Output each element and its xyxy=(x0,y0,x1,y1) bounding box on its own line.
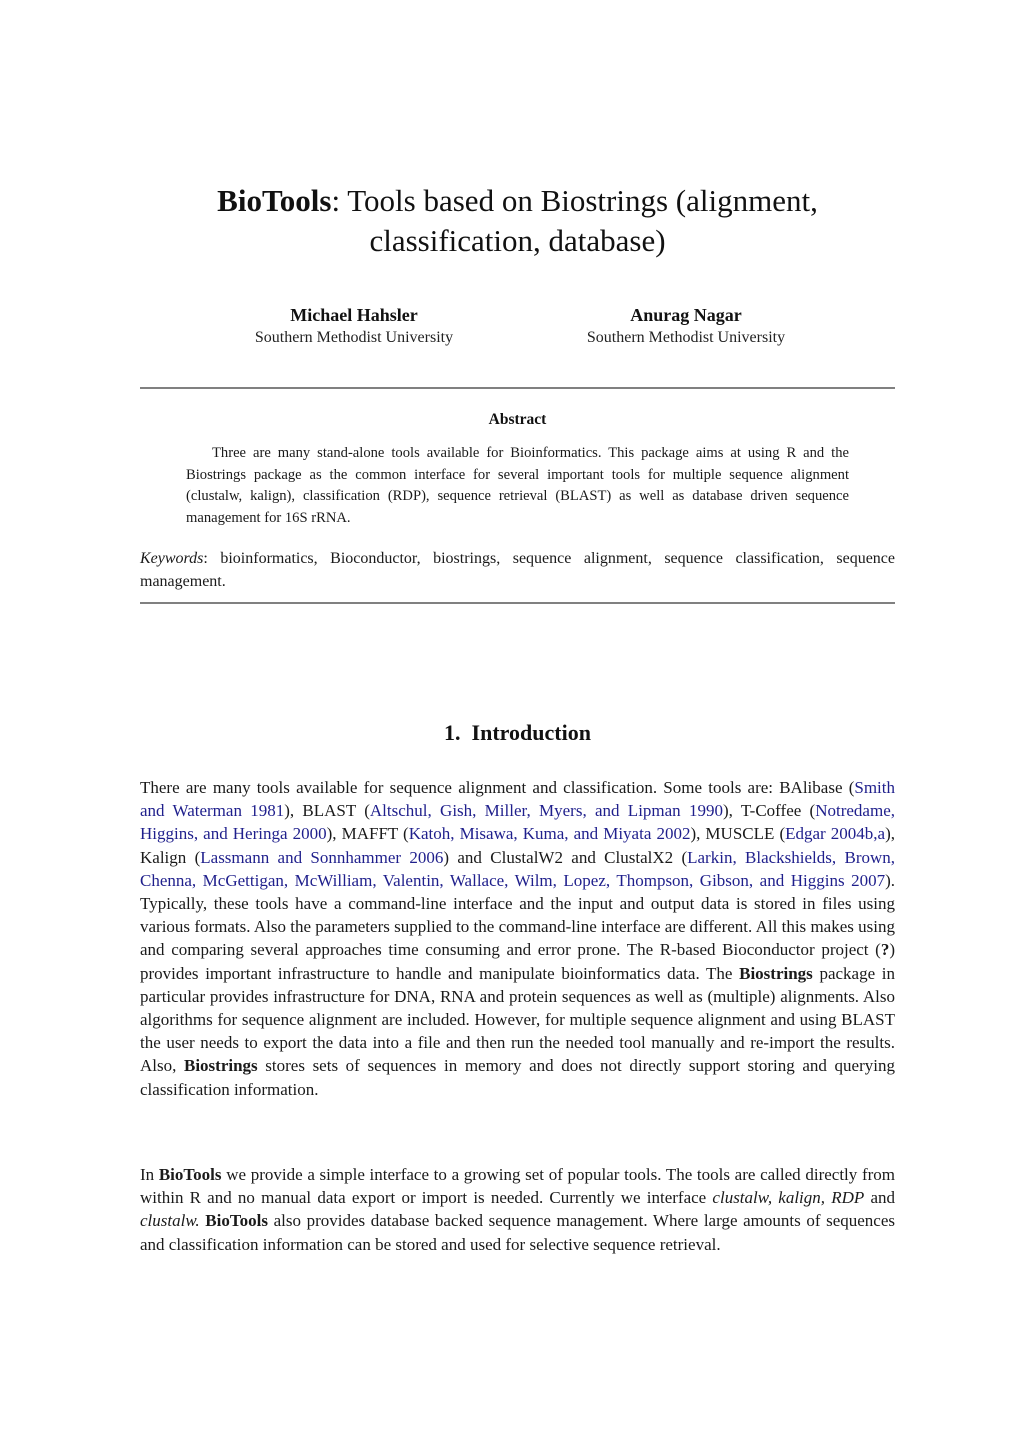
paper-title: BioTools: Tools based on Biostrings (ali… xyxy=(140,181,895,261)
abstract-text: Three are many stand-alone tools availab… xyxy=(186,445,849,526)
citation-link[interactable]: Lassmann and Sonnhammer 2006 xyxy=(200,848,443,867)
abstract-top-rule xyxy=(140,387,895,389)
abstract-heading: Abstract xyxy=(488,411,547,428)
citation-link[interactable]: Katoh, Misawa, Kuma, and Miyata 2002 xyxy=(409,824,691,843)
keywords-label: Keywords xyxy=(140,550,204,567)
section-title: Introduction xyxy=(471,720,591,745)
text-run: ), MUSCLE ( xyxy=(690,824,786,844)
citation-link[interactable]: Edgar 2004b,a xyxy=(785,824,885,843)
text-run: ), BLAST ( xyxy=(284,801,370,821)
title-package-name: BioTools xyxy=(217,183,332,218)
intro-paragraph-2: In BioTools we provide a simple interfac… xyxy=(140,1163,895,1256)
text-run: In xyxy=(140,1165,159,1184)
package-name-biotools: BioTools xyxy=(158,1165,222,1184)
intro-paragraph-1: There are many tools available for seque… xyxy=(140,776,895,1101)
text-run: and xyxy=(864,1188,895,1208)
text-run: ), T-Coffee ( xyxy=(722,801,816,821)
section-number: 1. xyxy=(444,720,461,745)
author-name: Anurag Nagar xyxy=(630,305,742,325)
keywords: Keywords: bioinformatics, Bioconductor, … xyxy=(140,547,895,593)
author-affiliation: Southern Methodist University xyxy=(586,329,786,346)
text-run: ), MAFFT ( xyxy=(326,824,409,844)
author-2: Anurag Nagar Southern Methodist Universi… xyxy=(536,303,836,349)
author-affiliation: Southern Methodist University xyxy=(254,329,454,346)
text-run: ) and ClustalW2 and ClustalX2 ( xyxy=(443,847,688,867)
keywords-text: : bioinformatics, Bioconductor, biostrin… xyxy=(140,550,895,590)
package-name-biotools: BioTools xyxy=(205,1211,268,1231)
abstract-bottom-rule xyxy=(140,602,895,604)
package-name-biostrings: Biostrings xyxy=(739,963,813,983)
title-rest: : Tools based on Biostrings (alignment, … xyxy=(331,183,818,258)
tool-names: clustalw, kalign, RDP xyxy=(712,1188,865,1208)
author-name: Michael Hahsler xyxy=(290,305,418,325)
citation-link[interactable]: Altschul, Gish, Miller, Myers, and Lipma… xyxy=(370,801,723,820)
paper-page: BioTools: Tools based on Biostrings (ali… xyxy=(0,0,1020,1442)
author-1: Michael Hahsler Southern Methodist Unive… xyxy=(204,303,504,349)
text-run: There are many tools available for seque… xyxy=(140,778,855,797)
package-name-biostrings: Biostrings xyxy=(183,1056,258,1076)
section-heading: 1. Introduction xyxy=(140,720,895,746)
tool-name: clustalw. xyxy=(140,1211,200,1231)
